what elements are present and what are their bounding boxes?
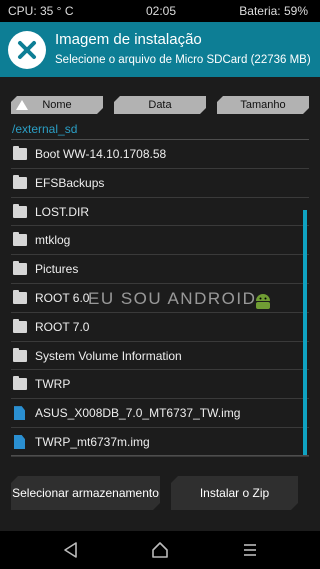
sort-size-label: Tamanho xyxy=(240,99,286,111)
sort-by-name-button[interactable]: Nome xyxy=(11,96,103,114)
folder-icon xyxy=(13,261,27,276)
list-item[interactable]: ROOT 7.0 xyxy=(11,313,309,342)
folder-icon xyxy=(13,174,27,189)
page-title: Imagem de instalação xyxy=(55,31,202,48)
install-zip-button[interactable]: Instalar o Zip xyxy=(171,476,298,510)
scrollbar[interactable] xyxy=(303,210,307,455)
list-item[interactable]: System Volume Information xyxy=(11,342,309,371)
watermark: EU SOU ANDROID xyxy=(88,289,257,308)
list-item[interactable]: EFSBackups xyxy=(11,169,309,198)
page-subtitle: Selecione o arquivo de Micro SDCard (227… xyxy=(55,54,311,66)
cpu-temperature: CPU: 35 ° C xyxy=(8,4,74,18)
sort-name-label: Nome xyxy=(42,99,72,111)
item-label: TWRP xyxy=(35,377,71,392)
clock: 02:05 xyxy=(146,4,177,18)
list-item[interactable]: Pictures xyxy=(11,255,309,284)
file-icon xyxy=(14,406,25,421)
item-label: ROOT 7.0 xyxy=(35,319,90,334)
status-bar: CPU: 35 ° C 02:05 Bateria: 59% xyxy=(0,0,320,22)
list-item[interactable]: TWRP xyxy=(11,370,309,400)
sort-by-size-button[interactable]: Tamanho xyxy=(217,96,309,114)
folder-icon xyxy=(13,376,27,391)
item-label: Pictures xyxy=(35,262,79,277)
folder-icon xyxy=(13,203,27,218)
item-label: ROOT 6.0 xyxy=(35,290,90,305)
home-icon[interactable] xyxy=(150,540,170,560)
list-item[interactable]: ASUS_X008DB_7.0_MT6737_TW.img xyxy=(11,399,309,428)
twrp-logo-icon xyxy=(8,31,46,69)
sort-by-date-button[interactable]: Data xyxy=(114,96,206,114)
select-storage-label: Selecionar armazenamento xyxy=(12,486,159,500)
folder-icon xyxy=(13,232,27,247)
item-label: TWRP_mt6737m.img xyxy=(35,434,150,449)
battery-level: Bateria: 59% xyxy=(239,4,308,18)
file-icon xyxy=(14,434,25,449)
android-robot-icon xyxy=(256,294,270,309)
list-item[interactable]: LOST.DIR xyxy=(11,198,309,227)
header: Imagem de instalação Selecione o arquivo… xyxy=(0,22,320,77)
folder-icon xyxy=(13,146,27,160)
item-label: Boot WW-14.10.1708.58 xyxy=(35,147,167,161)
install-zip-label: Instalar o Zip xyxy=(199,486,270,500)
item-label: mtklog xyxy=(35,233,71,248)
list-item[interactable]: TWRP_mt6737m.img xyxy=(11,428,309,457)
select-storage-button[interactable]: Selecionar armazenamento xyxy=(11,476,160,510)
current-path: /external_sd xyxy=(12,122,78,136)
sort-date-label: Data xyxy=(148,99,172,111)
list-item[interactable]: Boot WW-14.10.1708.58 xyxy=(11,140,309,169)
item-label: EFSBackups xyxy=(35,175,105,190)
navigation-bar xyxy=(0,531,320,569)
item-label: System Volume Information xyxy=(35,348,182,363)
folder-icon xyxy=(13,347,27,362)
menu-icon[interactable] xyxy=(240,540,260,560)
triangle-up-icon xyxy=(16,100,28,110)
item-label: LOST.DIR xyxy=(35,204,90,219)
folder-icon xyxy=(13,318,27,333)
divider xyxy=(11,455,309,456)
back-icon[interactable] xyxy=(61,540,81,560)
list-item[interactable]: mtklog xyxy=(11,226,309,256)
item-label: ASUS_X008DB_7.0_MT6737_TW.img xyxy=(35,406,241,421)
folder-icon xyxy=(13,289,27,304)
